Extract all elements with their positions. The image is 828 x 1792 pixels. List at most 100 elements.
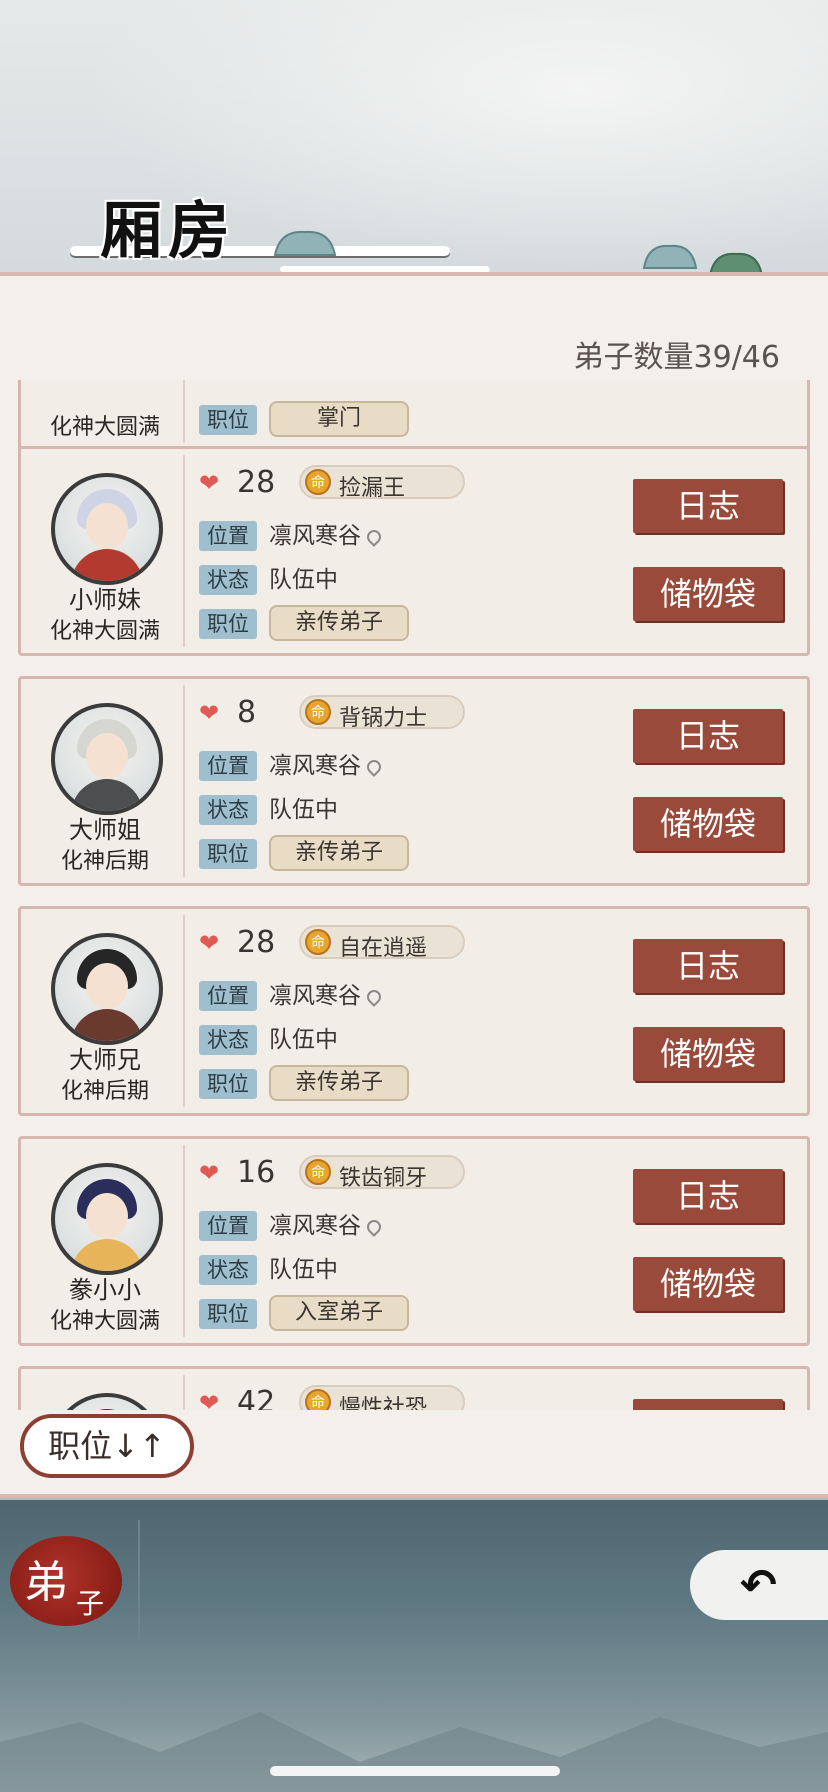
disciple-card-partial[interactable]: ❤ 42 命 慢性社恐 日志 bbox=[18, 1366, 810, 1410]
location-tag: 位置 bbox=[199, 521, 257, 551]
position-pill[interactable]: 亲传弟子 bbox=[269, 1065, 409, 1101]
log-button[interactable]: 日志 bbox=[633, 709, 783, 763]
trait-label: 背锅力士 bbox=[339, 706, 428, 731]
fate-icon: 命 bbox=[305, 469, 331, 495]
location-value: 凛风寒谷 bbox=[269, 1211, 384, 1241]
avatar-face bbox=[86, 503, 128, 549]
home-indicator[interactable] bbox=[270, 1766, 560, 1776]
disciple-name: 大师兄 bbox=[69, 1046, 141, 1074]
position-pill[interactable]: 亲传弟子 bbox=[269, 605, 409, 641]
trait-badge[interactable]: 命 捡漏王 bbox=[299, 465, 465, 501]
avatar-hair bbox=[77, 1409, 137, 1410]
log-button[interactable]: 日志 bbox=[633, 479, 783, 533]
trait-badge[interactable]: 命 慢性社恐 bbox=[299, 1385, 465, 1410]
position-tag: 职位 bbox=[199, 839, 257, 869]
disciple-name: 小师妹 bbox=[69, 586, 141, 614]
status-value: 队伍中 bbox=[269, 1257, 338, 1283]
disciple-card-partial[interactable]: 化神大圆满 职位 掌门 bbox=[18, 380, 810, 452]
disciple-card[interactable]: 大师兄 化神后期 ❤ 28 命 自在逍遥 位置 凛风寒谷 状态 队伍中 职位 亲… bbox=[18, 906, 810, 1116]
location-pin-icon bbox=[364, 1216, 384, 1237]
location-pin-icon bbox=[364, 756, 384, 777]
status-value: 队伍中 bbox=[269, 797, 338, 823]
storage-bag-button[interactable]: 储物袋 bbox=[633, 567, 783, 621]
avatar[interactable] bbox=[51, 1393, 163, 1410]
avatar-face bbox=[86, 1193, 128, 1239]
heart-icon: ❤ bbox=[199, 469, 220, 497]
location-tag: 位置 bbox=[199, 751, 257, 781]
disciple-realm: 化神大圆满 bbox=[49, 1309, 160, 1334]
heart-icon: ❤ bbox=[199, 1159, 220, 1187]
status-value: 队伍中 bbox=[269, 1027, 338, 1053]
disciple-list[interactable]: 化神大圆满 职位 掌门 小师妹 化神大圆满 ❤ 28 命 捡漏王 位置 凛风寒谷… bbox=[0, 380, 828, 1410]
hp-value: 28 bbox=[237, 925, 276, 960]
avatar[interactable] bbox=[51, 473, 163, 585]
trait-label: 慢性社恐 bbox=[339, 1396, 428, 1410]
trait-badge[interactable]: 命 自在逍遥 bbox=[299, 925, 465, 961]
status-tag: 状态 bbox=[199, 1025, 257, 1055]
storage-bag-button[interactable]: 储物袋 bbox=[633, 1257, 783, 1311]
hp-value: 42 bbox=[237, 1385, 276, 1410]
footer-background bbox=[0, 1500, 828, 1792]
disciple-card[interactable]: 大师姐 化神后期 ❤ 8 命 背锅力士 位置 凛风寒谷 状态 队伍中 职位 亲传… bbox=[18, 676, 810, 886]
fate-icon: 命 bbox=[305, 1389, 331, 1410]
location-value: 凛风寒谷 bbox=[269, 521, 384, 551]
status-tag: 状态 bbox=[199, 1255, 257, 1285]
location-tag: 位置 bbox=[199, 1211, 257, 1241]
trait-badge[interactable]: 命 背锅力士 bbox=[299, 695, 465, 731]
heart-icon: ❤ bbox=[199, 699, 220, 727]
status-tag: 状态 bbox=[199, 565, 257, 595]
cloud-ornament-icon bbox=[642, 244, 698, 269]
log-button[interactable]: 日志 bbox=[633, 1399, 783, 1410]
heart-icon: ❤ bbox=[199, 929, 220, 957]
status-tag: 状态 bbox=[199, 795, 257, 825]
hp-value: 8 bbox=[237, 695, 257, 730]
disciple-realm: 化神后期 bbox=[60, 849, 149, 874]
fate-icon: 命 bbox=[305, 699, 331, 725]
card-portrait-area: 小师妹 化神大圆满 bbox=[27, 455, 185, 647]
location-value: 凛风寒谷 bbox=[269, 981, 384, 1011]
position-tag: 职位 bbox=[199, 405, 257, 435]
disciple-realm: 化神后期 bbox=[60, 1079, 149, 1104]
avatar[interactable] bbox=[51, 703, 163, 815]
avatar[interactable] bbox=[51, 933, 163, 1045]
position-pill[interactable]: 入室弟子 bbox=[269, 1295, 409, 1331]
back-arrow-icon: ↶ bbox=[740, 1560, 777, 1611]
sort-by-position-button[interactable]: 职位↓↑ bbox=[20, 1414, 194, 1478]
avatar-face bbox=[86, 963, 128, 1009]
storage-bag-button[interactable]: 储物袋 bbox=[633, 1027, 783, 1081]
card-portrait-area bbox=[27, 1375, 185, 1410]
disciple-card[interactable]: 豢小小 化神大圆满 ❤ 16 命 铁齿铜牙 位置 凛风寒谷 状态 队伍中 职位 … bbox=[18, 1136, 810, 1346]
avatar-robe bbox=[71, 549, 143, 581]
disciple-tab-label-small: 子 bbox=[76, 1587, 105, 1620]
location-pin-icon bbox=[364, 986, 384, 1007]
status-value: 队伍中 bbox=[269, 567, 338, 593]
page-title: 厢房 bbox=[100, 194, 237, 267]
footer-divider bbox=[138, 1520, 140, 1640]
disciple-name: 豢小小 bbox=[69, 1276, 141, 1304]
card-portrait-area: 大师姐 化神后期 bbox=[27, 685, 185, 877]
storage-bag-button[interactable]: 储物袋 bbox=[633, 797, 783, 851]
location-tag: 位置 bbox=[199, 981, 257, 1011]
card-portrait-area: 化神大圆满 bbox=[27, 380, 185, 443]
disciple-realm: 化神大圆满 bbox=[49, 619, 160, 644]
avatar-face bbox=[86, 733, 128, 779]
avatar[interactable] bbox=[51, 1163, 163, 1275]
disciple-realm: 化神大圆满 bbox=[49, 415, 160, 440]
back-button[interactable]: ↶ bbox=[690, 1550, 828, 1620]
log-button[interactable]: 日志 bbox=[633, 939, 783, 993]
trait-badge[interactable]: 命 铁齿铜牙 bbox=[299, 1155, 465, 1191]
card-portrait-area: 豢小小 化神大圆满 bbox=[27, 1145, 185, 1337]
position-pill[interactable]: 亲传弟子 bbox=[269, 835, 409, 871]
hp-value: 16 bbox=[237, 1155, 276, 1190]
location-value: 凛风寒谷 bbox=[269, 751, 384, 781]
log-button[interactable]: 日志 bbox=[633, 1169, 783, 1223]
disciple-tab[interactable]: 弟 子 bbox=[10, 1536, 122, 1626]
fate-icon: 命 bbox=[305, 929, 331, 955]
card-portrait-area: 大师兄 化神后期 bbox=[27, 915, 185, 1107]
trait-label: 自在逍遥 bbox=[339, 936, 428, 961]
position-pill[interactable]: 掌门 bbox=[269, 401, 409, 437]
disciple-card[interactable]: 小师妹 化神大圆满 ❤ 28 命 捡漏王 位置 凛风寒谷 状态 队伍中 职位 亲… bbox=[18, 446, 810, 656]
heart-icon: ❤ bbox=[199, 1389, 220, 1410]
cloud-ornament-icon bbox=[273, 230, 337, 256]
disciple-name: 大师姐 bbox=[69, 816, 141, 844]
